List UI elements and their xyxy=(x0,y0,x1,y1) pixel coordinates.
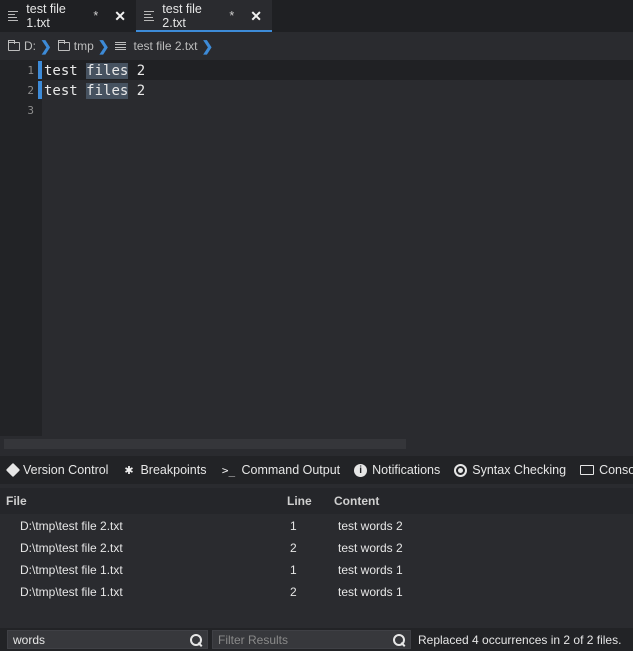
line-change-marker xyxy=(38,81,42,99)
folder-icon xyxy=(57,39,70,51)
filter-results-input[interactable] xyxy=(218,632,410,647)
line-number: 3 xyxy=(27,104,34,117)
tab-label: test file 1.txt xyxy=(26,2,66,30)
code-text: 2 xyxy=(128,83,146,99)
tab-bar: test file 1.txt * ✕ test file 2.txt * ✕ xyxy=(0,0,633,32)
result-file: D:\tmp\test file 1.txt xyxy=(20,563,123,577)
text-file-icon xyxy=(144,11,155,21)
result-content: test words 1 xyxy=(338,585,403,599)
result-file: D:\tmp\test file 2.txt xyxy=(20,519,123,533)
text-file-icon xyxy=(115,41,127,51)
result-content: test words 2 xyxy=(338,519,403,533)
tab-label: test file 2.txt xyxy=(162,2,202,30)
column-header-file[interactable]: File xyxy=(6,494,27,508)
breadcrumb-folder-label: tmp xyxy=(73,39,94,53)
text-file-icon xyxy=(8,11,19,21)
code-text: test xyxy=(44,63,87,79)
table-row[interactable]: D:\tmp\test file 2.txt 2 test words 2 xyxy=(0,537,633,559)
horizontal-scrollbar[interactable] xyxy=(0,436,633,452)
tab-label: Command Output xyxy=(241,463,341,477)
column-header-content[interactable]: Content xyxy=(334,494,379,508)
line-number: 2 xyxy=(27,84,34,97)
result-line: 1 xyxy=(290,519,297,533)
find-results-table: File Line Content D:\tmp\test file 2.txt… xyxy=(0,488,633,624)
code-line[interactable]: test files 2 xyxy=(44,81,145,101)
table-row[interactable]: D:\tmp\test file 1.txt 2 test words 1 xyxy=(0,581,633,603)
column-header-line[interactable]: Line xyxy=(287,494,312,508)
search-icon[interactable] xyxy=(190,634,202,646)
tab-version-control[interactable]: Version Control xyxy=(5,462,109,478)
tab-label: Notifications xyxy=(372,463,441,477)
scrollbar-thumb[interactable] xyxy=(4,439,406,449)
breadcrumb-file[interactable]: test file 2.txt xyxy=(115,39,198,53)
result-content: test words 2 xyxy=(338,541,403,555)
close-icon[interactable]: ✕ xyxy=(114,8,126,25)
breadcrumb-drive[interactable]: D: xyxy=(8,39,36,53)
results-footer: Replaced 4 occurrences in 2 of 2 files. xyxy=(0,628,633,651)
tab-syntax-checking[interactable]: Syntax Checking xyxy=(454,463,566,477)
code-line[interactable]: test files 2 xyxy=(44,61,145,81)
line-number: 1 xyxy=(27,64,34,77)
code-text: test xyxy=(44,83,87,99)
git-diamond-icon xyxy=(5,462,21,478)
monitor-icon xyxy=(580,465,595,475)
breadcrumb: D: ❯ tmp ❯ test file 2.txt ❯ xyxy=(0,32,633,60)
tab-label: Syntax Checking xyxy=(472,463,567,477)
breadcrumb-folder[interactable]: tmp xyxy=(57,39,94,53)
tab-label: Breakpoints xyxy=(140,463,207,477)
target-icon xyxy=(454,463,468,477)
modified-indicator: * xyxy=(93,9,99,23)
modified-indicator: * xyxy=(229,9,235,23)
tab-console[interactable]: Console xyxy=(580,463,633,477)
result-file: D:\tmp\test file 1.txt xyxy=(20,585,123,599)
tab-label: Console xyxy=(599,463,633,477)
result-content: test words 1 xyxy=(338,563,403,577)
search-field[interactable] xyxy=(7,630,208,649)
info-icon: i xyxy=(354,463,368,477)
tab-test-file-2[interactable]: test file 2.txt * ✕ xyxy=(136,0,272,32)
folder-icon xyxy=(8,39,20,51)
chevron-right-icon[interactable]: ❯ xyxy=(40,38,52,55)
table-row[interactable]: D:\tmp\test file 2.txt 1 test words 2 xyxy=(0,515,633,537)
tab-test-file-1[interactable]: test file 1.txt * ✕ xyxy=(0,0,136,32)
tab-notifications[interactable]: i Notifications xyxy=(354,463,440,477)
chevron-right-icon[interactable]: ❯ xyxy=(202,38,214,55)
result-line: 2 xyxy=(290,541,297,555)
table-row[interactable]: D:\tmp\test file 1.txt 1 test words 1 xyxy=(0,559,633,581)
filter-field[interactable] xyxy=(212,630,411,649)
table-header: File Line Content xyxy=(0,488,633,514)
close-icon[interactable]: ✕ xyxy=(250,8,262,25)
chevron-right-icon[interactable]: ❯ xyxy=(98,38,110,55)
breadcrumb-drive-label: D: xyxy=(24,39,36,53)
result-file: D:\tmp\test file 2.txt xyxy=(20,541,123,555)
match-highlight: files xyxy=(86,63,129,79)
bug-icon: ✱ xyxy=(124,464,134,477)
code-text: 2 xyxy=(128,63,146,79)
code-editor[interactable]: 1 2 3 test files 2 test files 2 xyxy=(0,60,633,436)
result-line: 2 xyxy=(290,585,297,599)
tab-command-output[interactable]: >_ Command Output xyxy=(220,463,340,477)
search-icon[interactable] xyxy=(393,634,405,646)
match-highlight: files xyxy=(86,83,129,99)
breadcrumb-file-label: test file 2.txt xyxy=(133,39,198,53)
tab-breakpoints[interactable]: ✱ Breakpoints xyxy=(122,463,206,477)
search-input[interactable] xyxy=(13,632,207,647)
line-change-marker xyxy=(38,61,42,79)
terminal-icon: >_ xyxy=(221,463,236,477)
line-number-gutter: 1 2 3 xyxy=(0,60,42,436)
result-line: 1 xyxy=(290,563,297,577)
panel-tabs: Version Control ✱ Breakpoints >_ Command… xyxy=(0,456,633,484)
tab-label: Version Control xyxy=(23,463,109,477)
status-text: Replaced 4 occurrences in 2 of 2 files. xyxy=(418,633,622,647)
